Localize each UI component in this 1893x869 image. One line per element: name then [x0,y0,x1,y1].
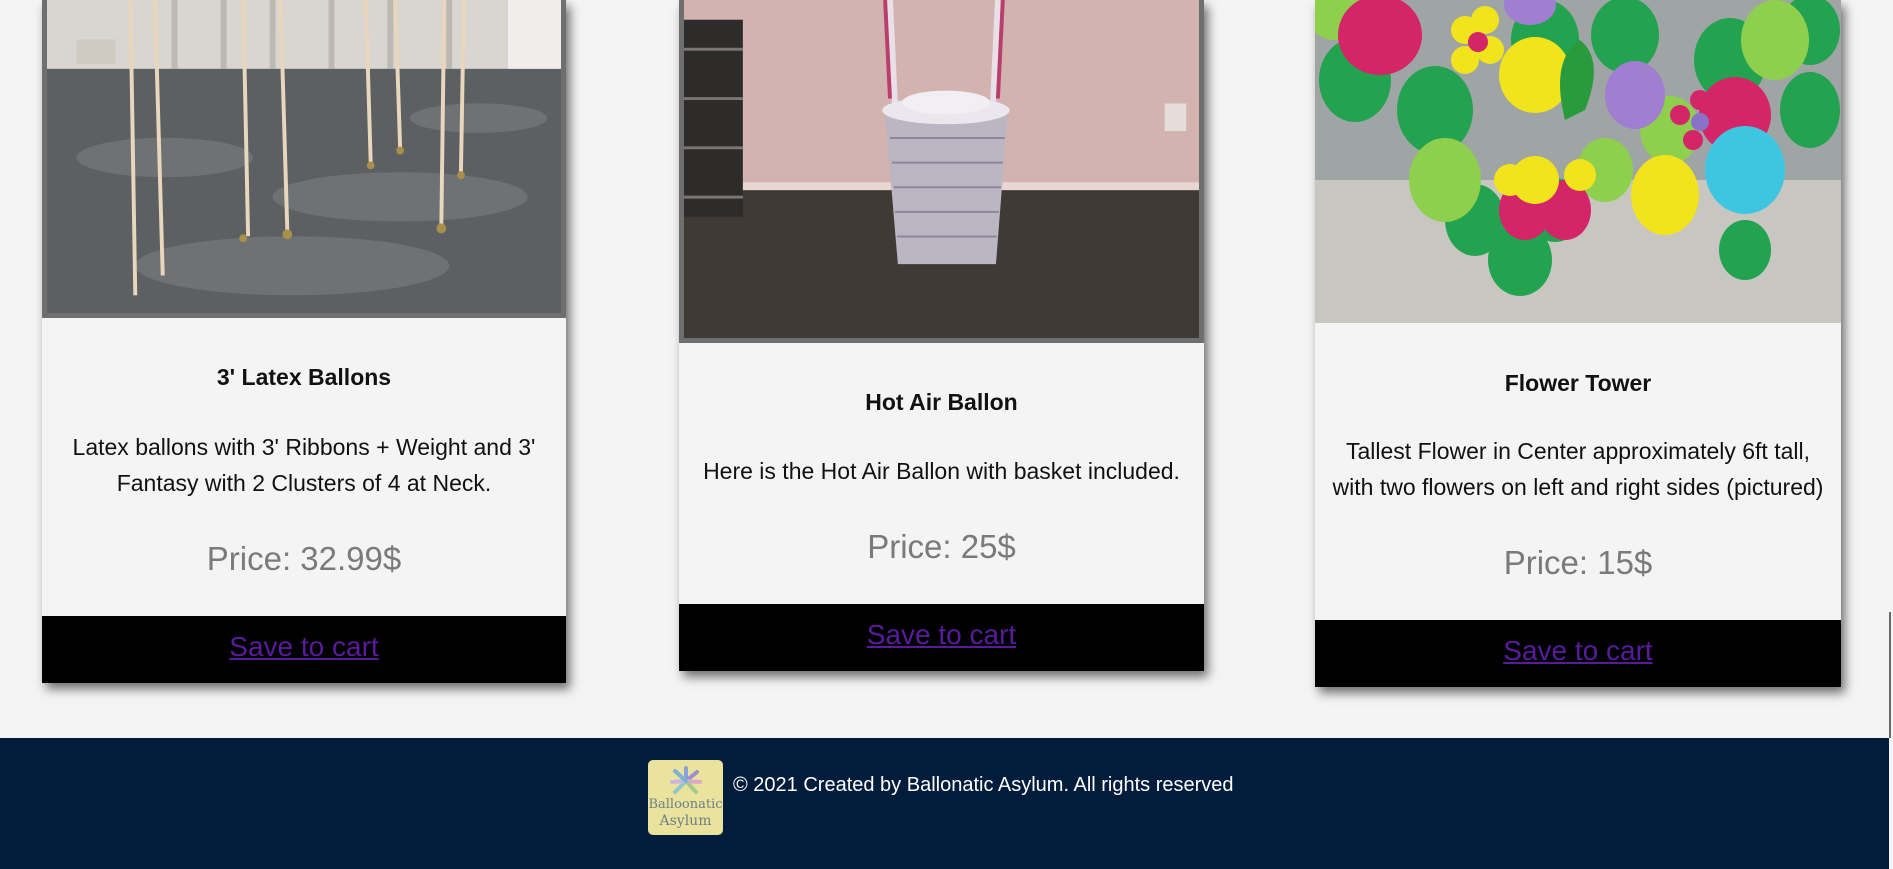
cart-bar: Save to cart [1315,620,1841,687]
room-photo-graphic [47,0,561,313]
basket-photo-graphic [684,0,1199,338]
product-price: Price: 25$ [867,528,1016,565]
product-description: Tallest Flower in Center approximately 6… [1332,438,1824,500]
logo-text-line2: Asylum [659,813,712,829]
product-title: Flower Tower [1504,370,1652,396]
product-price: Price: 32.99$ [206,540,402,577]
cart-bar: Save to cart [679,604,1204,671]
product-description: Here is the Hot Air Ballon with basket i… [703,458,1180,484]
product-title: Hot Air Ballon [865,389,1018,415]
product-card-hot-air-ballon: Hot Air Ballon Here is the Hot Air Ballo… [679,0,1204,671]
cart-bar: Save to cart [42,616,566,683]
save-to-cart-link[interactable]: Save to cart [867,619,1016,651]
balloon-photo-graphic [1315,0,1841,323]
product-image-flower-tower [1315,0,1841,323]
logo-text-line1: Balloonatic [648,797,723,812]
save-to-cart-link[interactable]: Save to cart [1503,635,1652,667]
product-price: Price: 15$ [1503,544,1653,581]
product-card-latex-ballons: 3' Latex Ballons Latex ballons with 3' R… [42,0,566,683]
balloonatic-asylum-logo[interactable]: Balloonatic Asylum [648,760,723,835]
product-card-flower-tower: Flower Tower Tallest Flower in Center ap… [1315,0,1841,687]
copyright-text: © 2021 Created by Ballonatic Asylum. All… [733,774,1234,796]
product-description: Latex ballons with 3' Ribbons + Weight a… [72,434,536,496]
page-footer: Balloonatic Asylum © 2021 Created by Bal… [0,738,1889,869]
product-image-latex-ballons [42,0,566,318]
flower-burst-icon [669,766,702,794]
scrollbar-edge[interactable] [1889,612,1891,738]
product-title: 3' Latex Ballons [216,364,392,390]
product-image-hot-air-ballon [679,0,1204,343]
save-to-cart-link[interactable]: Save to cart [229,631,378,663]
